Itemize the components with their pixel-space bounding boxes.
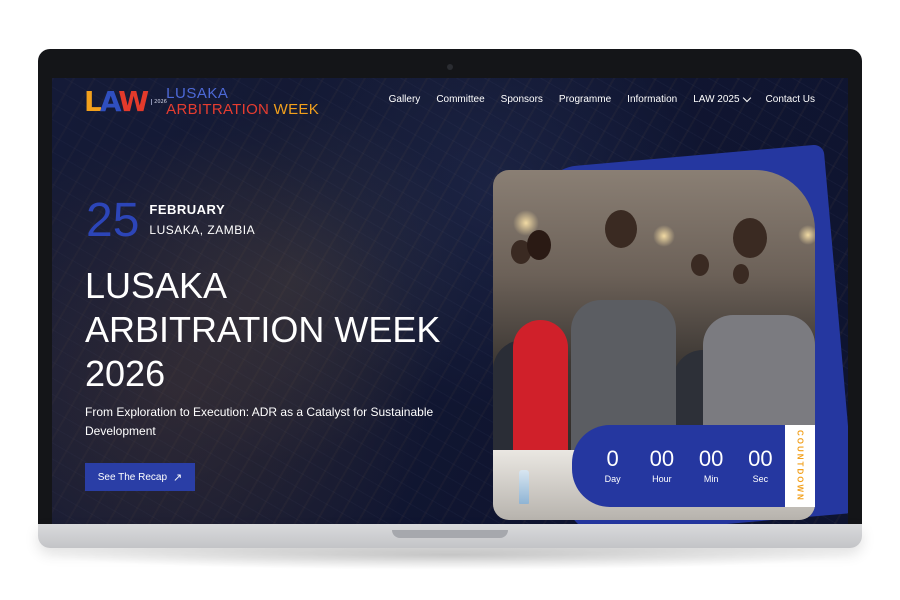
laptop-notch — [392, 530, 508, 538]
nav-programme[interactable]: Programme — [559, 94, 611, 105]
event-month: FEBRUARY — [149, 202, 226, 217]
event-day: 25 — [86, 194, 140, 247]
nav-information[interactable]: Information — [627, 94, 677, 105]
see-recap-button[interactable]: See The Recap ↗ — [85, 463, 195, 491]
logo-mark: LAW — [84, 85, 149, 118]
nav-law-2025[interactable]: LAW 2025 — [693, 93, 751, 105]
countdown-timer: 0 Day 00 Hour 00 Min 00 Sec — [572, 425, 785, 507]
site-logo[interactable]: LAW 2026 LUSAKA ARBITRATION WEEK — [84, 86, 319, 118]
nav-committee[interactable]: Committee — [436, 94, 484, 105]
nav-contact-us[interactable]: Contact Us — [766, 94, 815, 105]
logo-text: LUSAKA ARBITRATION WEEK — [166, 85, 320, 118]
event-date: 25 FEBRUARY LUSAKA, ZAMBIA — [86, 196, 255, 246]
hero-title: LUSAKA ARBITRATION WEEK 2026 — [85, 265, 441, 394]
arrow-up-right-icon: ↗ — [173, 471, 183, 484]
countdown-min: 00 Min — [698, 446, 724, 484]
countdown-sec: 00 Sec — [748, 446, 773, 484]
hero-subtitle: From Exploration to Execution: ADR as a … — [85, 405, 434, 438]
main-nav: Gallery Committee Sponsors Programme Inf… — [389, 93, 815, 105]
chevron-down-icon — [742, 93, 751, 103]
countdown-tab: COUNTDOWN — [785, 425, 815, 507]
nav-sponsors[interactable]: Sponsors — [501, 94, 543, 105]
camera-dot — [447, 64, 453, 70]
website-screen: LAW 2026 LUSAKA ARBITRATION WEEK Gallery… — [52, 78, 848, 524]
countdown-day: 0 Day — [604, 446, 621, 484]
nav-gallery[interactable]: Gallery — [389, 94, 421, 105]
event-location: LUSAKA, ZAMBIA — [149, 223, 256, 237]
countdown-hour: 00 Hour — [649, 446, 675, 484]
logo-year: 2026 — [151, 99, 167, 105]
